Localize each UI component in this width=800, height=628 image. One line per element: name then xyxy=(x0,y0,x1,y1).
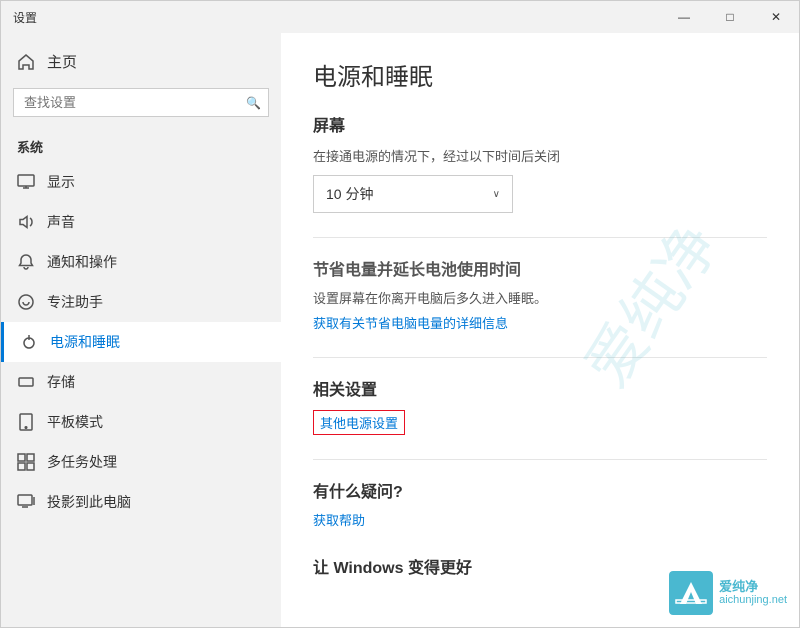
content-area: 主页 🔍 系统 显示 xyxy=(1,33,799,627)
titlebar-controls: — □ ✕ xyxy=(661,1,799,33)
sidebar-item-notifications[interactable]: 通知和操作 xyxy=(1,242,281,282)
tablet-label: 平板模式 xyxy=(47,412,103,432)
sidebar-item-project[interactable]: 投影到此电脑 xyxy=(1,482,281,522)
windows-better-title: 让 Windows 变得更好 xyxy=(313,554,767,578)
screen-section-subtitle: 在接通电源的情况下，经过以下时间后关闭 xyxy=(313,146,767,165)
energy-section-title: 节省电量并延长电池使用时间 xyxy=(313,256,767,280)
sidebar-section-label: 系统 xyxy=(1,129,281,162)
get-help-link[interactable]: 获取帮助 xyxy=(313,513,365,528)
dropdown-value: 10 分钟 xyxy=(326,184,373,204)
page-title: 电源和睡眠 xyxy=(313,57,767,92)
search-icon: 🔍 xyxy=(246,96,261,110)
energy-section: 节省电量并延长电池使用时间 设置屏幕在你离开电脑后多久进入睡眠。 获取有关节省电… xyxy=(313,256,767,333)
energy-info-link[interactable]: 获取有关节省电脑电量的详细信息 xyxy=(313,316,508,331)
divider-2 xyxy=(313,357,767,358)
energy-section-desc: 设置屏幕在你离开电脑后多久进入睡眠。 xyxy=(313,288,767,307)
sidebar-item-home[interactable]: 主页 xyxy=(1,41,281,82)
other-power-settings-link[interactable]: 其他电源设置 xyxy=(313,410,405,435)
sidebar-item-tablet[interactable]: 平板模式 xyxy=(1,402,281,442)
notifications-icon xyxy=(17,253,35,271)
minimize-button[interactable]: — xyxy=(661,1,707,33)
search-input[interactable] xyxy=(13,88,269,117)
sidebar-search: 🔍 xyxy=(13,88,269,117)
sidebar-item-focus[interactable]: 专注助手 xyxy=(1,282,281,322)
chevron-down-icon: ∨ xyxy=(493,189,500,200)
focus-label: 专注助手 xyxy=(47,292,103,312)
sound-icon xyxy=(17,213,35,231)
power-label: 电源和睡眠 xyxy=(50,332,120,352)
sidebar-item-display[interactable]: 显示 xyxy=(1,162,281,202)
screen-timeout-dropdown[interactable]: 10 分钟 ∨ xyxy=(313,175,513,213)
sidebar-item-power[interactable]: 电源和睡眠 xyxy=(1,322,281,362)
storage-icon xyxy=(17,373,35,391)
display-icon xyxy=(17,173,35,191)
sidebar-item-storage[interactable]: 存储 xyxy=(1,362,281,402)
titlebar: 设置 — □ ✕ xyxy=(1,1,799,33)
sidebar-item-multitask[interactable]: 多任务处理 xyxy=(1,442,281,482)
tablet-icon xyxy=(17,413,35,431)
notifications-label: 通知和操作 xyxy=(47,252,117,272)
display-label: 显示 xyxy=(47,172,75,192)
power-icon xyxy=(20,333,38,351)
sidebar: 主页 🔍 系统 显示 xyxy=(1,33,281,627)
project-label: 投影到此电脑 xyxy=(47,492,131,512)
settings-window: 设置 — □ ✕ 主页 🔍 系 xyxy=(0,0,800,628)
help-section-title: 有什么疑问? xyxy=(313,478,767,502)
storage-label: 存储 xyxy=(47,372,75,392)
divider-1 xyxy=(313,237,767,238)
multitask-icon xyxy=(17,453,35,471)
related-settings-section: 相关设置 其他电源设置 xyxy=(313,376,767,435)
divider-3 xyxy=(313,459,767,460)
multitask-label: 多任务处理 xyxy=(47,452,117,472)
sound-label: 声音 xyxy=(47,212,75,232)
screen-section-title: 屏幕 xyxy=(313,112,767,136)
window-title: 设置 xyxy=(13,9,37,26)
focus-icon xyxy=(17,293,35,311)
related-settings-title: 相关设置 xyxy=(313,376,767,400)
help-section: 有什么疑问? 获取帮助 xyxy=(313,478,767,530)
sidebar-item-sound[interactable]: 声音 xyxy=(1,202,281,242)
home-label: 主页 xyxy=(47,51,77,72)
main-content: 爱纯净 电源和睡眠 屏幕 在接通电源的情况下，经过以下时间后关闭 10 分钟 ∨… xyxy=(281,33,799,627)
home-icon xyxy=(17,53,35,71)
close-button[interactable]: ✕ xyxy=(753,1,799,33)
project-icon xyxy=(17,493,35,511)
maximize-button[interactable]: □ xyxy=(707,1,753,33)
